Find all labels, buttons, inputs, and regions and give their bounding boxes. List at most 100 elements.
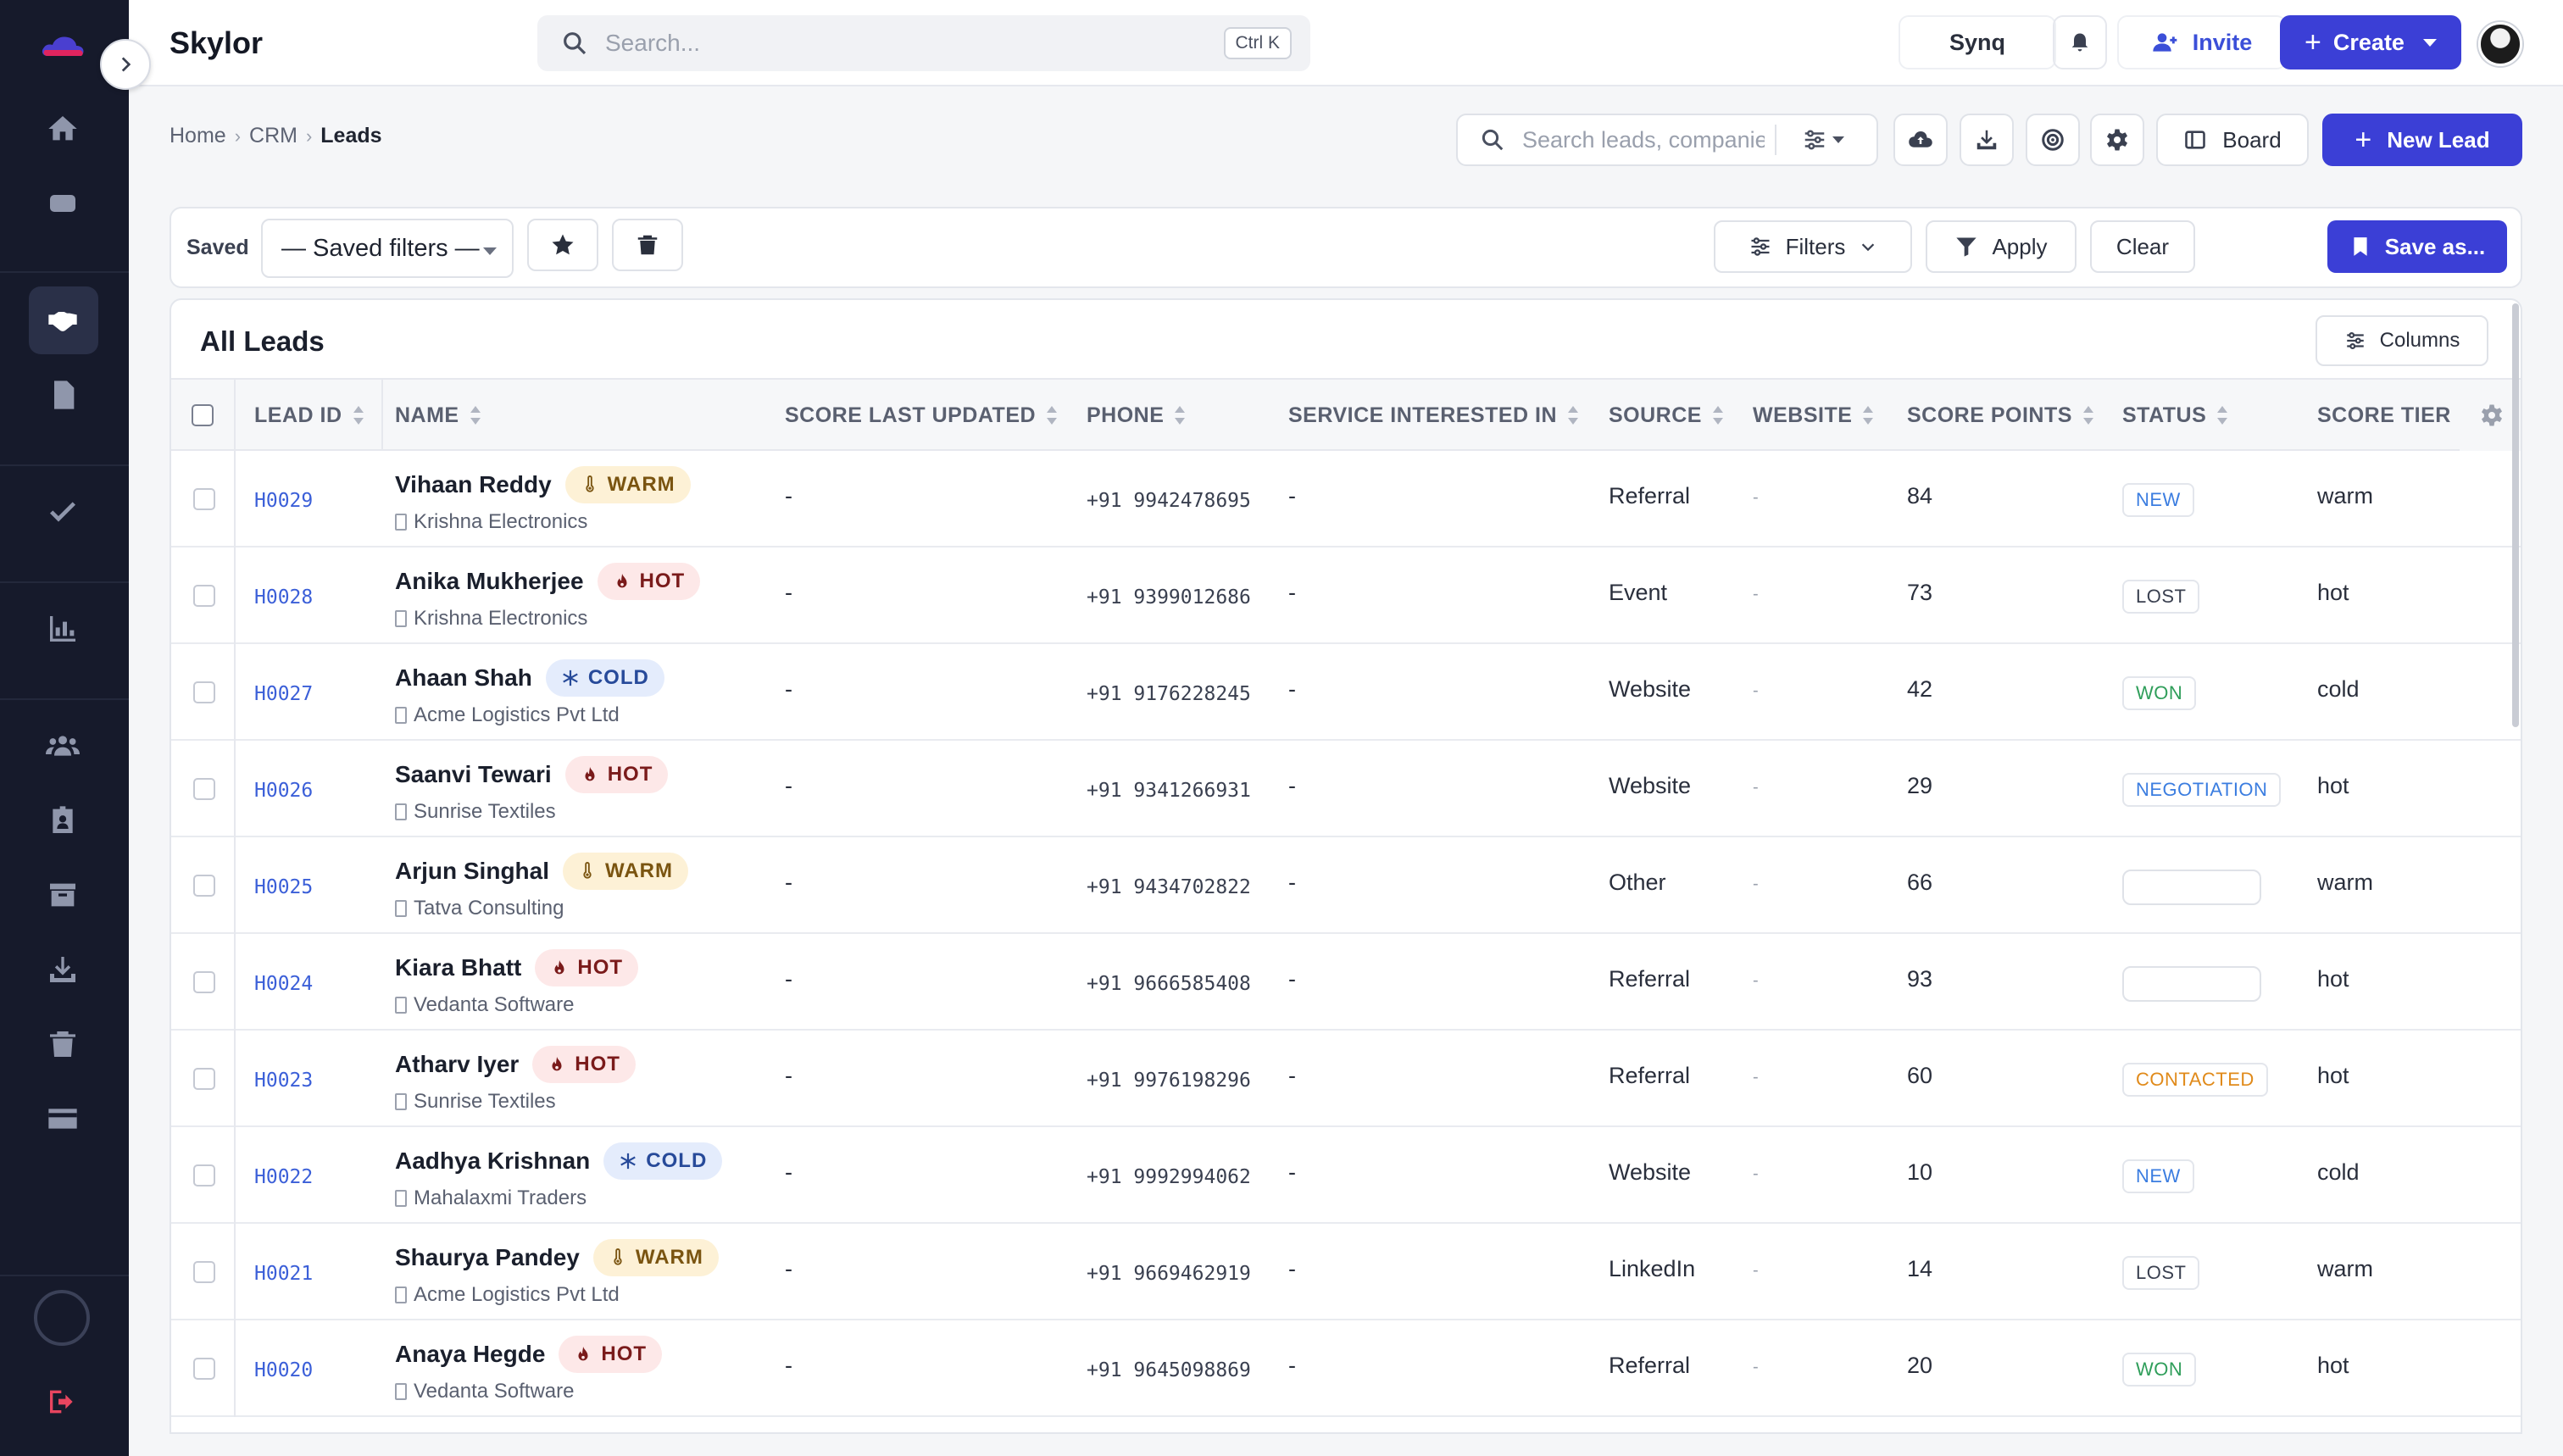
- lead-name-link[interactable]: Aadhya Krishnan: [395, 1148, 590, 1175]
- status-ring-icon[interactable]: [34, 1290, 90, 1346]
- table-row[interactable]: H0024 Kiara Bhatt HOT Vedanta Software -…: [171, 934, 2521, 1031]
- lead-name-link[interactable]: Ahaan Shah: [395, 664, 532, 692]
- column-source[interactable]: SOURCE: [1609, 380, 1724, 451]
- status-badge-empty[interactable]: [2122, 870, 2261, 905]
- column-name[interactable]: NAME: [395, 380, 481, 451]
- status-badge-empty[interactable]: [2122, 966, 2261, 1002]
- column-score-last-updated[interactable]: SCORE LAST UPDATED: [785, 380, 1058, 451]
- lead-name-link[interactable]: Kiara Bhatt: [395, 954, 521, 981]
- column-service[interactable]: SERVICE INTERESTED IN: [1288, 380, 1579, 451]
- lead-id-link[interactable]: H0029: [254, 490, 313, 512]
- archive-icon[interactable]: [39, 871, 86, 919]
- row-checkbox[interactable]: [193, 585, 215, 607]
- lead-name-link[interactable]: Anika Mukherjee: [395, 568, 584, 595]
- columns-button[interactable]: Columns: [2316, 315, 2488, 366]
- leads-search-input[interactable]: Search leads, companies...: [1456, 114, 1878, 166]
- table-row[interactable]: H0023 Atharv Iyer HOT Sunrise Textiles -…: [171, 1031, 2521, 1127]
- status-badge[interactable]: NEW: [2122, 483, 2194, 517]
- lead-name-link[interactable]: Arjun Singhal: [395, 858, 549, 885]
- notifications-button[interactable]: [2053, 15, 2107, 69]
- save-as-button[interactable]: Save as...: [2327, 220, 2507, 273]
- lead-id-link[interactable]: H0021: [254, 1263, 313, 1285]
- row-checkbox[interactable]: [193, 778, 215, 800]
- phone-number[interactable]: +91 9666585408: [1087, 973, 1251, 995]
- lead-name-link[interactable]: Anaya Hegde: [395, 1341, 545, 1368]
- table-row[interactable]: H0025 Arjun Singhal WARM Tatva Consultin…: [171, 837, 2521, 934]
- phone-number[interactable]: +91 9669462919: [1087, 1263, 1251, 1285]
- row-checkbox[interactable]: [193, 971, 215, 993]
- column-lead-id[interactable]: LEAD ID: [254, 380, 364, 451]
- breadcrumb-home[interactable]: Home: [170, 124, 226, 148]
- credit-card-icon[interactable]: [39, 1095, 86, 1142]
- phone-number[interactable]: +91 9341266931: [1087, 780, 1251, 802]
- team-icon[interactable]: [39, 722, 86, 770]
- search-filter-dropdown[interactable]: [1802, 125, 1856, 154]
- row-checkbox[interactable]: [193, 1261, 215, 1283]
- create-button[interactable]: + Create: [2280, 15, 2461, 69]
- clear-filter-button[interactable]: Clear: [2090, 220, 2195, 273]
- lead-name-link[interactable]: Shaurya Pandey: [395, 1244, 580, 1271]
- sidebar-collapse-button[interactable]: [100, 39, 151, 90]
- phone-number[interactable]: +91 9976198296: [1087, 1070, 1251, 1092]
- lead-id-link[interactable]: H0020: [254, 1359, 313, 1381]
- lead-id-link[interactable]: H0028: [254, 586, 313, 609]
- table-row[interactable]: H0028 Anika Mukherjee HOT Krishna Electr…: [171, 547, 2521, 644]
- home-icon[interactable]: [39, 105, 86, 153]
- table-row[interactable]: H0020 Anaya Hegde HOT Vedanta Software -…: [171, 1320, 2521, 1417]
- phone-number[interactable]: +91 9645098869: [1087, 1359, 1251, 1381]
- inbox-icon[interactable]: [39, 180, 86, 227]
- status-badge[interactable]: LOST: [2122, 580, 2200, 614]
- status-badge[interactable]: NEW: [2122, 1159, 2194, 1193]
- invite-button[interactable]: Invite: [2117, 15, 2287, 69]
- lead-id-link[interactable]: H0022: [254, 1166, 313, 1188]
- board-view-button[interactable]: Board: [2156, 114, 2309, 166]
- lead-name-link[interactable]: Atharv Iyer: [395, 1051, 519, 1078]
- filters-dropdown-button[interactable]: Filters: [1714, 220, 1912, 273]
- row-checkbox[interactable]: [193, 1164, 215, 1186]
- phone-number[interactable]: +91 9434702822: [1087, 876, 1251, 898]
- status-badge[interactable]: LOST: [2122, 1256, 2200, 1290]
- table-row[interactable]: H0029 Vihaan Reddy WARM Krishna Electron…: [171, 451, 2521, 547]
- lead-id-link[interactable]: H0023: [254, 1070, 313, 1092]
- settings-button[interactable]: [2090, 114, 2144, 166]
- lead-id-link[interactable]: H0024: [254, 973, 313, 995]
- status-badge[interactable]: WON: [2122, 1353, 2197, 1387]
- status-badge[interactable]: CONTACTED: [2122, 1063, 2268, 1097]
- row-checkbox[interactable]: [193, 1358, 215, 1380]
- status-badge[interactable]: WON: [2122, 676, 2197, 710]
- row-checkbox[interactable]: [193, 681, 215, 703]
- phone-number[interactable]: +91 9176228245: [1087, 683, 1251, 705]
- column-phone[interactable]: PHONE: [1087, 380, 1186, 451]
- handshake-icon[interactable]: [39, 297, 86, 344]
- lead-id-link[interactable]: H0027: [254, 683, 313, 705]
- phone-number[interactable]: +91 9399012686: [1087, 586, 1251, 609]
- column-website[interactable]: WEBSITE: [1753, 380, 1874, 451]
- lead-id-link[interactable]: H0025: [254, 876, 313, 898]
- cloud-logo-icon[interactable]: [41, 34, 85, 58]
- delete-filter-button[interactable]: [612, 219, 683, 271]
- row-checkbox[interactable]: [193, 1068, 215, 1090]
- user-avatar[interactable]: [2478, 22, 2522, 66]
- invoice-icon[interactable]: [39, 371, 86, 419]
- lead-id-link[interactable]: H0026: [254, 780, 313, 802]
- apply-filter-button[interactable]: Apply: [1926, 220, 2077, 273]
- table-row[interactable]: H0026 Saanvi Tewari HOT Sunrise Textiles…: [171, 741, 2521, 837]
- cloud-upload-button[interactable]: [1893, 114, 1948, 166]
- download-button[interactable]: [1960, 114, 2014, 166]
- lead-name-link[interactable]: Vihaan Reddy: [395, 471, 552, 498]
- favorite-filter-button[interactable]: [527, 219, 598, 271]
- column-status[interactable]: STATUS: [2122, 380, 2228, 451]
- table-scrollbar[interactable]: [2512, 303, 2519, 727]
- app-brand[interactable]: Skylor: [170, 25, 263, 61]
- column-score-tier[interactable]: SCORE TIER: [2317, 380, 2460, 451]
- synq-button[interactable]: Synq: [1899, 15, 2056, 69]
- phone-number[interactable]: +91 9942478695: [1087, 490, 1251, 512]
- column-score-points[interactable]: SCORE POINTS: [1907, 380, 2094, 451]
- chart-icon[interactable]: [39, 605, 86, 653]
- table-row[interactable]: H0021 Shaurya Pandey WARM Acme Logistics…: [171, 1224, 2521, 1320]
- lead-name-link[interactable]: Saanvi Tewari: [395, 761, 552, 788]
- new-lead-button[interactable]: + New Lead: [2322, 114, 2522, 166]
- status-badge[interactable]: NEGOTIATION: [2122, 773, 2282, 807]
- row-checkbox[interactable]: [193, 875, 215, 897]
- table-row[interactable]: H0027 Ahaan Shah COLD Acme Logistics Pvt…: [171, 644, 2521, 741]
